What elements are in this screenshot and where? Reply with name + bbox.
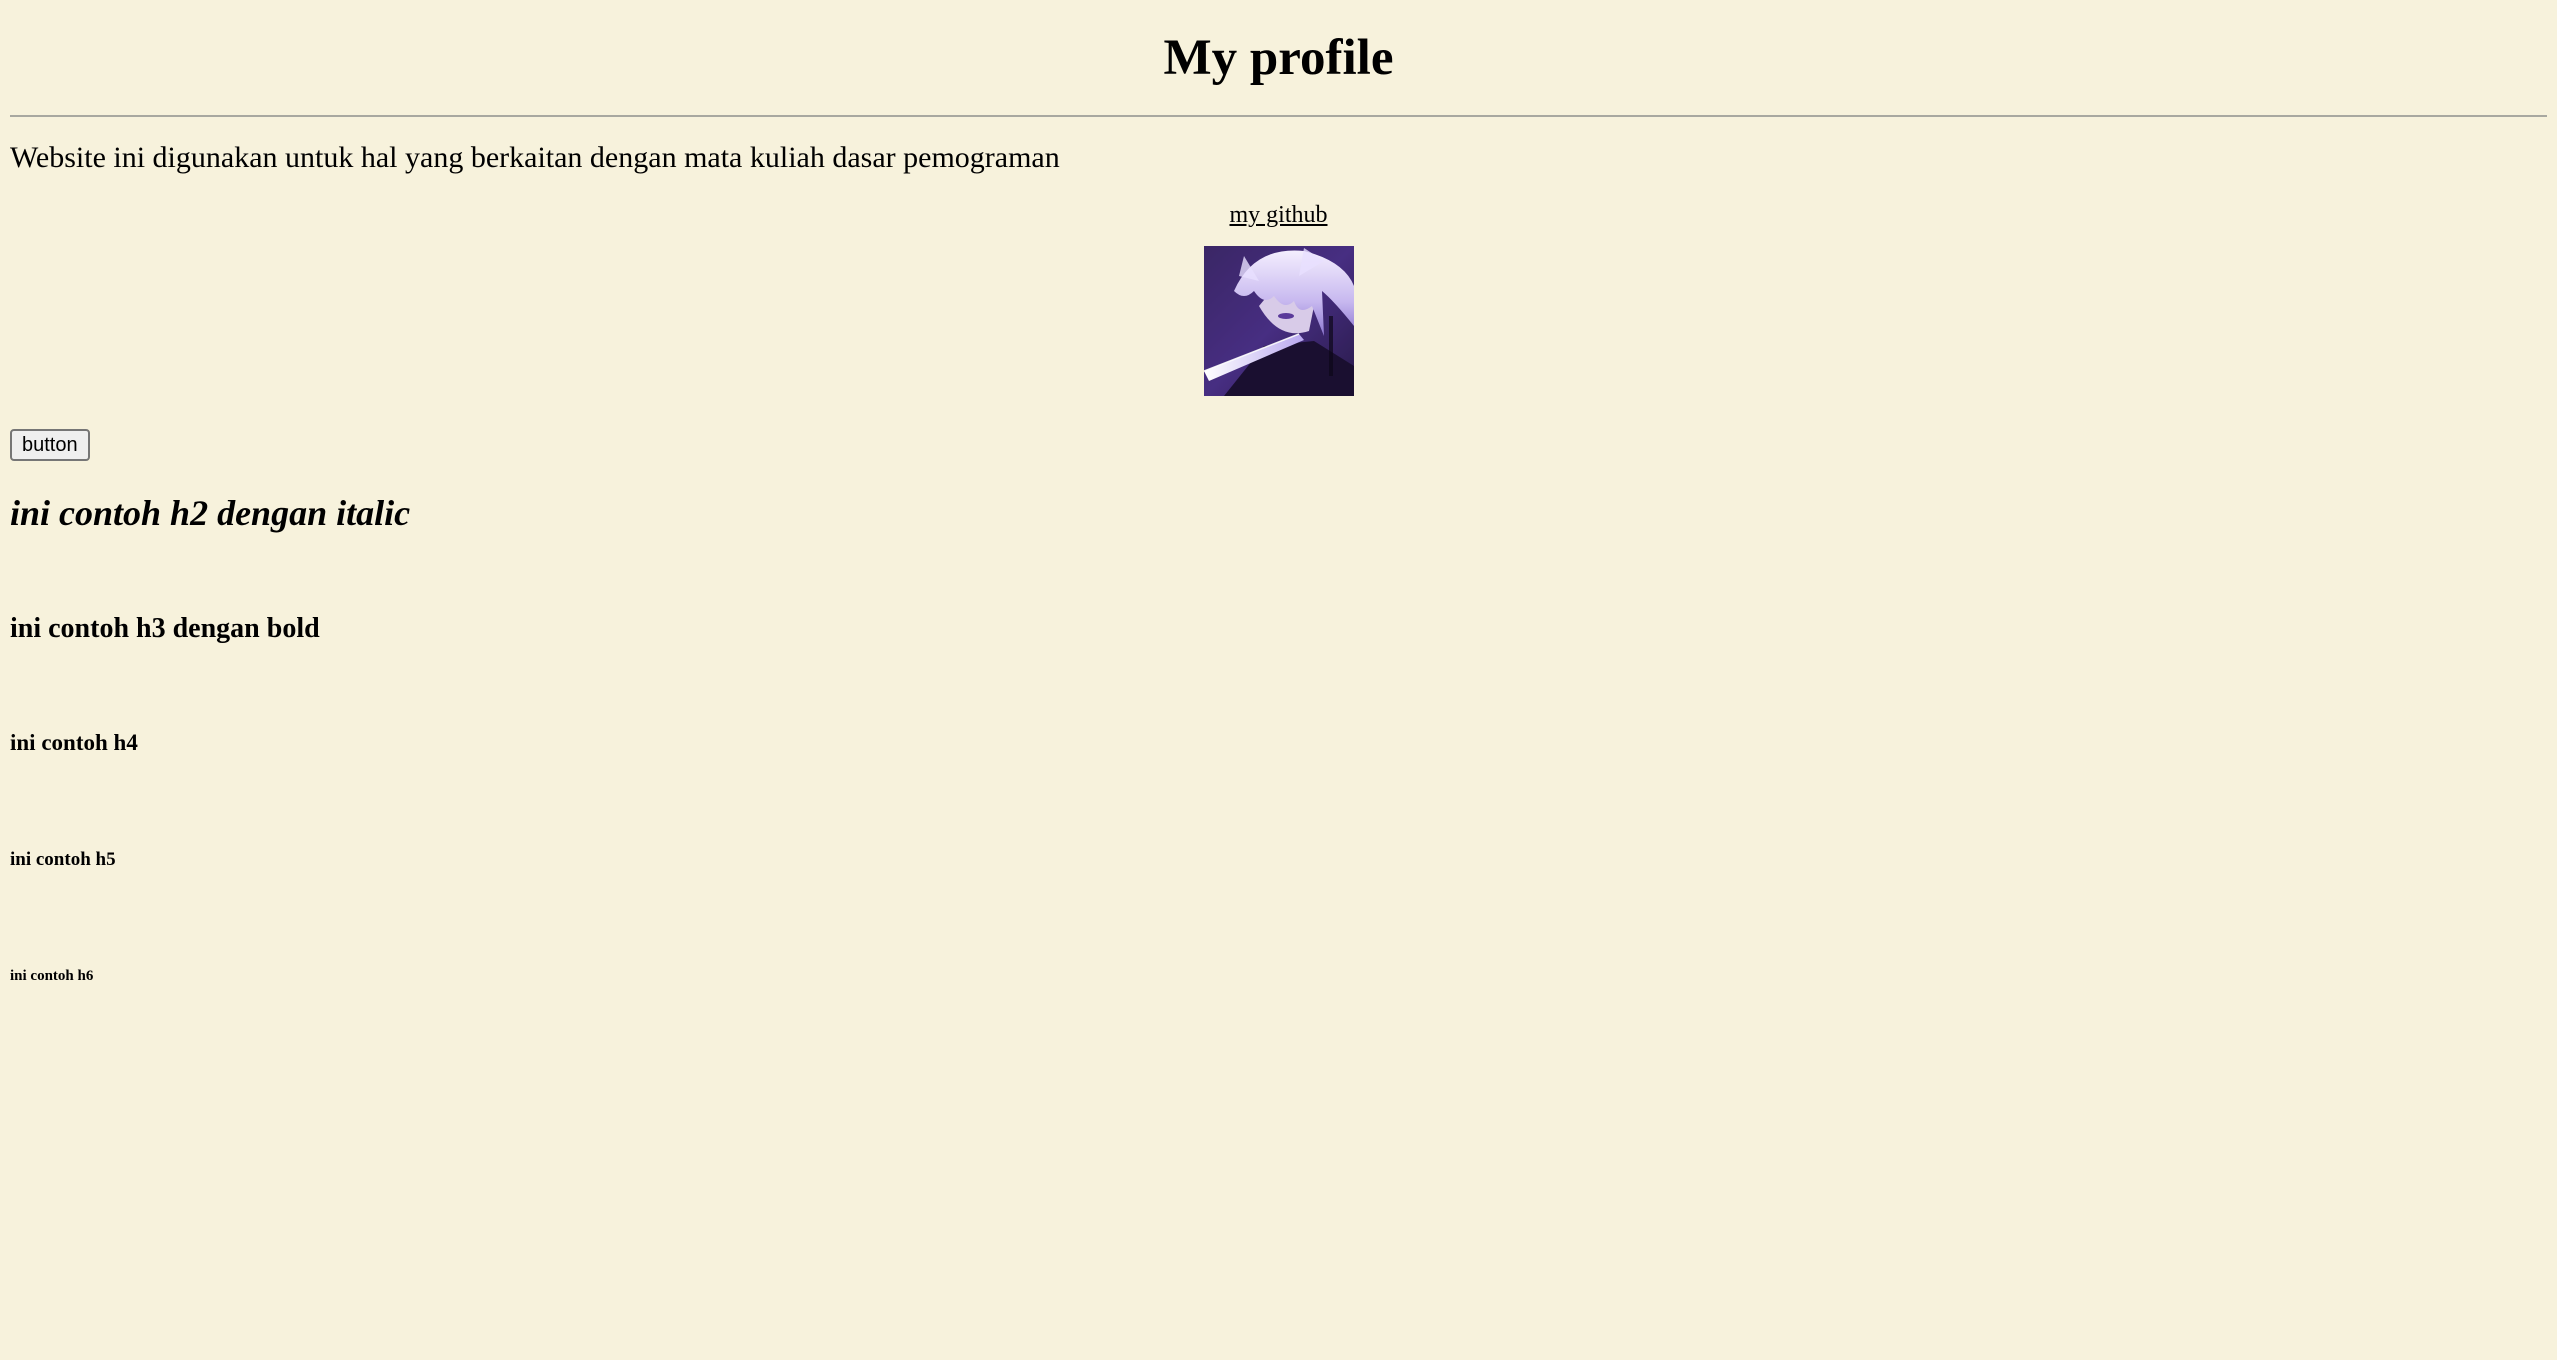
profile-avatar-image — [1203, 246, 1354, 396]
profile-page: My profile Website ini digunakan untuk h… — [10, 0, 2547, 986]
avatar-row — [10, 246, 2547, 396]
github-link-row: my github — [10, 200, 2547, 230]
generic-button[interactable]: button — [10, 429, 90, 461]
github-link[interactable]: my github — [1229, 202, 1327, 228]
button-row: button — [10, 429, 2547, 461]
page-description: Website ini digunakan untuk hal yang ber… — [10, 141, 1060, 174]
page-title: My profile — [1163, 30, 1394, 86]
heading-h3-bold: ini contoh h3 dengan bold — [10, 613, 320, 644]
heading-h6: ini contoh h6 — [10, 968, 94, 984]
heading-h4: ini contoh h4 — [10, 730, 138, 755]
heading-h2-italic: ini contoh h2 dengan italic — [10, 493, 411, 533]
title-divider — [10, 115, 2547, 117]
heading-h5: ini contoh h5 — [10, 849, 116, 870]
